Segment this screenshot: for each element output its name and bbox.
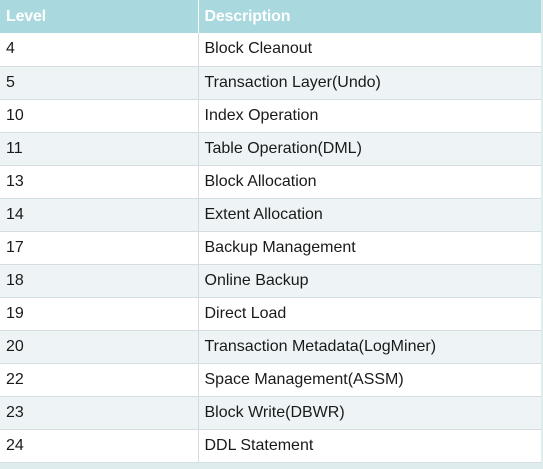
level-description-table: Level Description 4 Block Cleanout 5 Tra… (0, 0, 541, 463)
cell-description: Block Allocation (198, 165, 541, 199)
table-row: 17 Backup Management (0, 231, 541, 265)
cell-level: 4 (0, 33, 199, 67)
table-row: 10 Index Operation (0, 99, 541, 133)
table-row: 20 Transaction Metadata(LogMiner) (0, 330, 541, 364)
cell-level: 17 (0, 231, 199, 265)
table-row: 22 Space Management(ASSM) (0, 363, 541, 397)
cell-description: Block Cleanout (198, 33, 541, 67)
table-row: 4 Block Cleanout (0, 33, 541, 67)
cell-level: 18 (0, 264, 199, 298)
cell-level: 5 (0, 66, 199, 100)
cell-description: Table Operation(DML) (198, 132, 541, 166)
cell-description: Space Management(ASSM) (198, 363, 541, 397)
cell-level: 20 (0, 330, 199, 364)
table-header-row: Level Description (0, 0, 541, 33)
cell-description: DDL Statement (198, 429, 541, 463)
cell-description: Online Backup (198, 264, 541, 298)
cell-level: 22 (0, 363, 199, 397)
table-row: 24 DDL Statement (0, 429, 541, 463)
cell-description: Direct Load (198, 297, 541, 331)
cell-level: 13 (0, 165, 199, 199)
table-row: 23 Block Write(DBWR) (0, 396, 541, 430)
header-level: Level (0, 0, 199, 33)
table-row: 18 Online Backup (0, 264, 541, 298)
table-row: 11 Table Operation(DML) (0, 132, 541, 166)
cell-level: 19 (0, 297, 199, 331)
cell-description: Extent Allocation (198, 198, 541, 232)
cell-level: 11 (0, 132, 199, 166)
cell-description: Backup Management (198, 231, 541, 265)
level-table-container: Level Description 4 Block Cleanout 5 Tra… (0, 0, 543, 469)
cell-level: 24 (0, 429, 199, 463)
table-row: 19 Direct Load (0, 297, 541, 331)
cell-level: 10 (0, 99, 199, 133)
cell-description: Transaction Layer(Undo) (198, 66, 541, 100)
header-description: Description (204, 7, 291, 25)
cell-description: Transaction Metadata(LogMiner) (198, 330, 541, 364)
table-row: 5 Transaction Layer(Undo) (0, 66, 541, 100)
cell-description: Index Operation (198, 99, 541, 133)
table-row: 14 Extent Allocation (0, 198, 541, 232)
cell-level: 14 (0, 198, 199, 232)
cell-level: 23 (0, 396, 199, 430)
cell-description: Block Write(DBWR) (198, 396, 541, 430)
table-row: 13 Block Allocation (0, 165, 541, 199)
